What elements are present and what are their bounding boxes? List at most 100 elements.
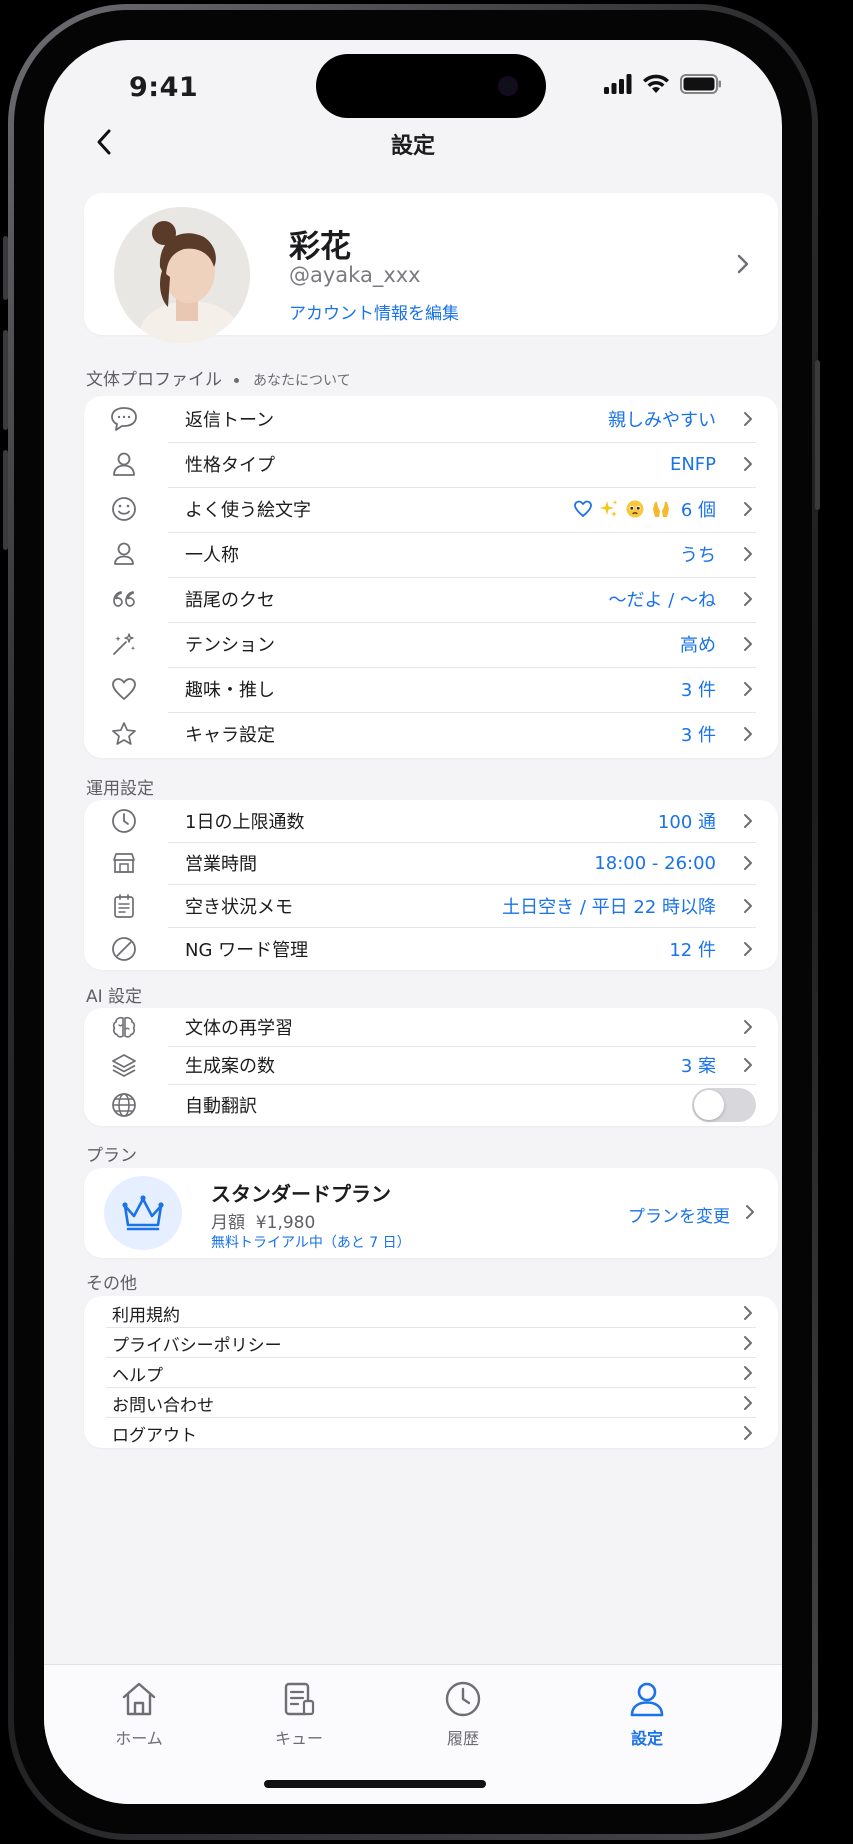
setting-row-proposal-count[interactable]: 生成案の数 3 案 xyxy=(84,1046,778,1084)
other-card: 利用規約 プライバシーポリシー ヘルプ お問い合わせ ログアウト xyxy=(84,1296,778,1448)
row-label: よく使う絵文字 xyxy=(185,500,311,521)
row-label: NG ワード管理 xyxy=(185,939,309,961)
chevron-right-icon xyxy=(744,1203,756,1225)
tab-label: ホーム xyxy=(115,1729,163,1748)
toggle-knob xyxy=(694,1090,724,1120)
home-icon xyxy=(122,1682,156,1716)
crown-icon xyxy=(122,1195,164,1231)
row-label: ログアウト xyxy=(112,1425,197,1446)
writing-profile-card: 返信トーン 親しみやすい 性格タイプ ENFP よく使う絵文字 6 個 一人称 … xyxy=(84,396,778,758)
row-label: 自動翻訳 xyxy=(185,1096,257,1117)
plan-price: 月額 ¥1,980 xyxy=(211,1213,316,1233)
row-label: キャラ設定 xyxy=(185,725,275,746)
row-label: お問い合わせ xyxy=(112,1395,214,1416)
plan-name: スタンダードプラン xyxy=(211,1182,391,1206)
tab-settings[interactable]: 設定 xyxy=(597,1679,697,1749)
operation-card: 1日の上限通数 100 通 営業時間 18:00 - 26:00 空き状況メモ … xyxy=(84,800,778,970)
person-icon xyxy=(108,448,140,480)
section-header-ai: AI 設定 xyxy=(86,987,143,1007)
profile-card[interactable]: 彩花 @ayaka_xxx アカウント情報を編集 xyxy=(84,193,778,343)
setting-row-emoji[interactable]: よく使う絵文字 6 個 xyxy=(84,487,778,531)
chevron-right-icon xyxy=(742,853,756,873)
setting-row-business-hours[interactable]: 営業時間 18:00 - 26:00 xyxy=(84,842,778,884)
dynamic-island xyxy=(316,54,546,118)
plan-card[interactable]: スタンダードプラン 月額 ¥1,980 無料トライアル中（あと 7 日） プラン… xyxy=(84,1168,778,1258)
setting-row-personality[interactable]: 性格タイプ ENFP xyxy=(84,442,778,486)
tab-label: 履歴 xyxy=(446,1729,479,1748)
wifi-icon xyxy=(643,74,669,93)
row-value: 3 件 xyxy=(680,680,716,701)
row-label: 趣味・推し xyxy=(185,680,275,701)
clock-icon xyxy=(108,805,140,837)
setting-row-relearn[interactable]: 文体の再学習 xyxy=(84,1008,778,1046)
row-value: 親しみやすい xyxy=(608,409,716,431)
profile-handle: @ayaka_xxx xyxy=(289,263,421,287)
setting-row-hobbies[interactable]: 趣味・推し 3 件 xyxy=(84,667,778,711)
setting-row-auto-translate: 自動翻訳 xyxy=(84,1084,778,1126)
setting-row-tension[interactable]: テンション 高め xyxy=(84,622,778,666)
star-icon xyxy=(108,718,140,750)
link-row-contact[interactable]: お問い合わせ xyxy=(84,1388,778,1418)
link-row-terms[interactable]: 利用規約 xyxy=(84,1298,778,1328)
row-label: 性格タイプ xyxy=(185,455,275,476)
chevron-right-icon xyxy=(742,1423,756,1443)
status-time: 9:41 xyxy=(129,72,199,103)
sparkles-emoji-icon xyxy=(599,500,618,517)
setting-row-ng-words[interactable]: NG ワード管理 12 件 xyxy=(84,927,778,970)
row-label: 1日の上限通数 xyxy=(185,812,305,833)
ai-settings-card: 文体の再学習 生成案の数 3 案 自動翻訳 xyxy=(84,1008,778,1126)
layers-icon xyxy=(108,1049,140,1081)
auto-translate-toggle[interactable] xyxy=(692,1088,756,1122)
setting-row-availability[interactable]: 空き状況メモ 土日空き / 平日 22 時以降 xyxy=(84,884,778,927)
row-label: 空き状況メモ xyxy=(185,896,293,918)
profile-name: 彩花 xyxy=(289,229,351,265)
crown-badge xyxy=(104,1176,182,1250)
quote-icon xyxy=(108,583,140,615)
row-label: 営業時間 xyxy=(185,854,257,875)
row-label: ヘルプ xyxy=(112,1365,163,1386)
side-button-silent xyxy=(3,236,8,300)
chevron-right-icon xyxy=(742,1303,756,1323)
chevron-right-icon xyxy=(742,724,756,744)
row-value: 土日空き / 平日 22 時以降 xyxy=(502,896,716,918)
screen: 9:41 設定 彩花 @ayaka_xxx アカウント情報を編集 文体プロファイ… xyxy=(44,40,782,1804)
battery-icon xyxy=(680,74,721,94)
setting-row-daily-limit[interactable]: 1日の上限通数 100 通 xyxy=(84,800,778,842)
row-value: 18:00 - 26:00 xyxy=(594,852,716,874)
change-plan-link[interactable]: プランを変更 xyxy=(628,1202,730,1227)
profile-icon xyxy=(630,1682,664,1717)
row-label: 一人称 xyxy=(185,545,239,566)
row-label: 語尾のクセ xyxy=(185,590,275,611)
setting-row-reply-tone[interactable]: 返信トーン 親しみやすい xyxy=(84,396,778,441)
chevron-right-icon xyxy=(742,1333,756,1353)
section-header-writing-profile: 文体プロファイル あなたについて xyxy=(86,365,351,390)
link-row-privacy[interactable]: プライバシーポリシー xyxy=(84,1328,778,1358)
setting-row-first-person[interactable]: 一人称 うち xyxy=(84,532,778,576)
chevron-right-icon xyxy=(742,454,756,474)
section-header-operation: 運用設定 xyxy=(86,779,154,799)
smile-icon xyxy=(108,493,140,525)
setting-row-sentence-ending[interactable]: 語尾のクセ 〜だよ / 〜ね xyxy=(84,577,778,621)
tab-label: 設定 xyxy=(630,1729,663,1748)
setting-row-character[interactable]: キャラ設定 3 件 xyxy=(84,712,778,756)
tab-history[interactable]: 履歴 xyxy=(413,1679,513,1749)
tab-home[interactable]: ホーム xyxy=(89,1679,189,1749)
row-label: 文体の再学習 xyxy=(185,1018,293,1039)
globe-icon xyxy=(108,1089,140,1121)
chevron-right-icon xyxy=(742,896,756,916)
history-icon xyxy=(445,1681,481,1717)
tab-queue[interactable]: キュー xyxy=(249,1679,349,1749)
chevron-right-icon xyxy=(742,1363,756,1383)
queue-icon xyxy=(284,1682,315,1716)
row-label: 生成案の数 xyxy=(185,1056,275,1077)
row-value: 100 通 xyxy=(657,812,716,833)
chevron-right-icon xyxy=(736,253,750,279)
link-row-help[interactable]: ヘルプ xyxy=(84,1358,778,1388)
phone-bezel: 9:41 設定 彩花 @ayaka_xxx アカウント情報を編集 文体プロファイ… xyxy=(14,10,812,1834)
section-subtitle: あなたについて xyxy=(253,373,351,389)
chevron-right-icon xyxy=(742,939,756,959)
edit-account-link[interactable]: アカウント情報を編集 xyxy=(289,299,459,324)
block-icon xyxy=(108,933,140,965)
row-label: 利用規約 xyxy=(112,1305,180,1326)
link-row-logout[interactable]: ログアウト xyxy=(84,1418,778,1448)
